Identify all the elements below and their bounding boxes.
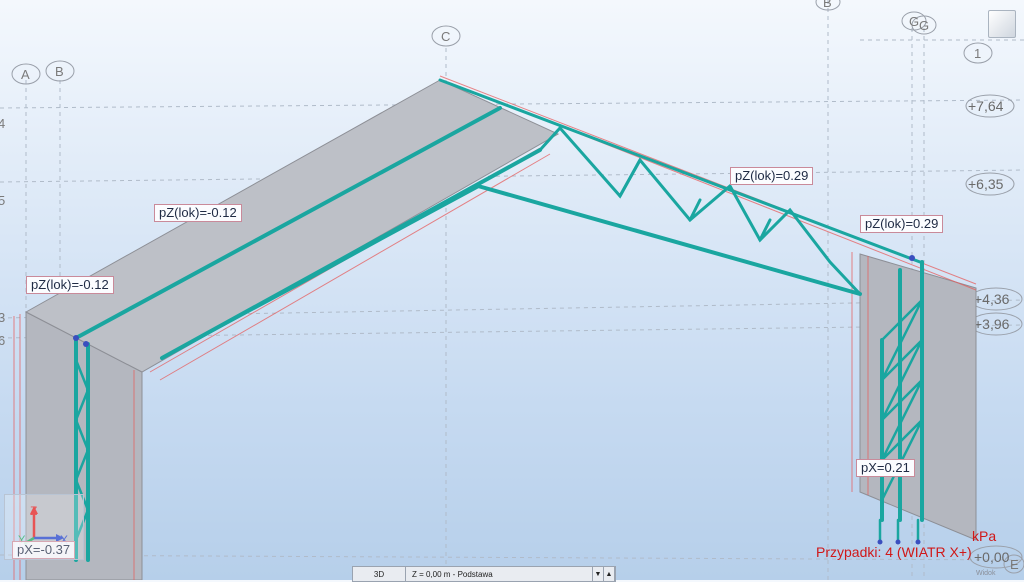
level-396: +3,96 (974, 316, 1010, 332)
grid-axis-A: A (21, 67, 30, 82)
grid-axis-3: 3 (0, 310, 5, 325)
level-down-arrow[interactable]: ▼ (593, 567, 604, 581)
grid-axis-1: 1 (974, 46, 981, 61)
cladding-panels (24, 79, 977, 580)
level-635: +6,35 (968, 176, 1004, 192)
level-436: +4,36 (974, 291, 1010, 307)
view-cube[interactable] (988, 10, 1016, 38)
grid-axis-G2: G (919, 18, 929, 33)
view-mode-button[interactable]: 3D (353, 567, 406, 581)
view-label: Widok (976, 570, 996, 577)
left-roof-panel (24, 79, 560, 373)
load-label-left-eave: pZ(lok)=-0.12 (26, 276, 114, 294)
level-selector[interactable]: Z = 0,00 m - Podstawa (406, 567, 593, 581)
unit-label: kPa (972, 528, 997, 544)
level-764: +7,64 (968, 98, 1004, 114)
load-label-right-eave: pZ(lok)=0.29 (860, 215, 944, 233)
grid-axis-G: G (909, 14, 919, 29)
grid-axis-5: 5 (0, 193, 5, 208)
grid-axis-4: 4 (0, 116, 5, 131)
load-case-label: Przypadki: 4 (WIATR X+) (816, 544, 972, 560)
grid-axis-B2: B (823, 0, 832, 10)
model-viewport[interactable]: A B C B G G 1 4 5 3 6 E +7,64 +6,35 +4,3… (0, 0, 1024, 582)
axis-triad-frame (4, 494, 84, 560)
right-wall-panel (859, 253, 977, 541)
load-label-left-mid: pZ(lok)=-0.12 (154, 204, 242, 222)
grid-axis-6: 6 (0, 333, 5, 348)
load-label-right-column: pX=0.21 (856, 459, 915, 477)
load-label-right-mid: pZ(lok)=0.29 (730, 167, 814, 185)
grid-axis-C: C (441, 29, 450, 44)
level-000: +0,00 (974, 549, 1010, 565)
grid-axis-B: B (55, 64, 64, 79)
level-up-arrow[interactable]: ▲ (604, 567, 615, 581)
grid-axis-E: E (1010, 557, 1019, 572)
structure-3d-view: A B C B G G 1 4 5 3 6 E +7,64 +6,35 +4,3… (0, 0, 1024, 580)
